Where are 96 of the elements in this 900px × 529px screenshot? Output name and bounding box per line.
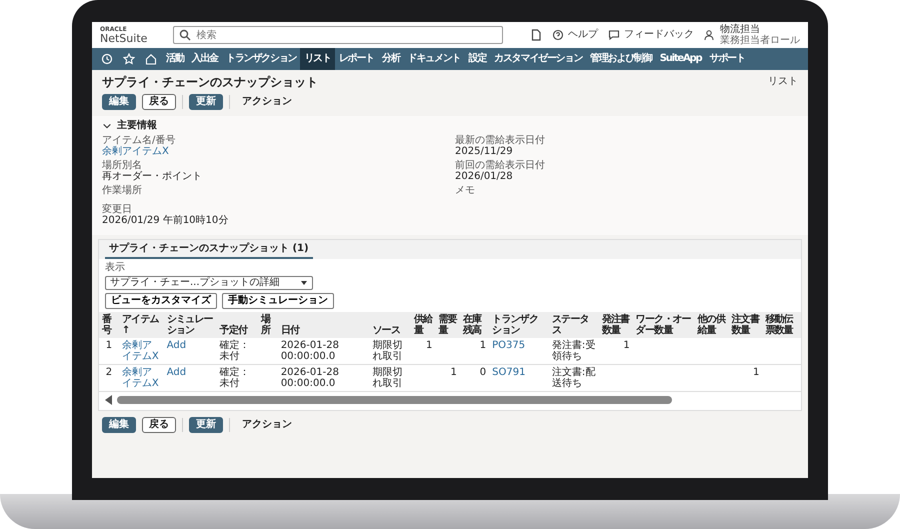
field-label: 作業場所 xyxy=(102,185,143,196)
column-header[interactable]: シミュレーション xyxy=(164,312,217,338)
caret-icon xyxy=(300,279,308,287)
primary-button[interactable]: 編集 xyxy=(102,94,136,110)
logo[interactable]: NetSuite xyxy=(100,32,148,44)
column-header[interactable]: 発注書数量 xyxy=(598,312,633,338)
nav-tab[interactable]: サポート xyxy=(705,48,749,70)
table-cell-text: 確定：未付 xyxy=(220,340,251,362)
column-header[interactable]: 場所 xyxy=(258,312,278,338)
nav-tab[interactable]: 分析 xyxy=(378,48,404,70)
table-cell-text: 1 xyxy=(424,340,432,351)
table-link[interactable]: 余剰アイテムX xyxy=(122,340,161,362)
table-link[interactable]: Add xyxy=(166,367,214,378)
tool-button[interactable]: 手動シミュレーション xyxy=(222,293,334,309)
table-cell-text: 2 xyxy=(104,367,114,378)
column-header[interactable]: 需要量 xyxy=(435,312,460,338)
field-value: 2026/01/28 xyxy=(455,171,514,183)
field-value: 再オーダー・ポイント xyxy=(102,171,203,183)
nav-tab[interactable]: カスタマイゼーション xyxy=(490,48,586,70)
table-cell-text: 1 xyxy=(450,367,457,378)
table-cell-text: 期限切れ取引 xyxy=(372,340,404,362)
nav-tab[interactable]: 活動 xyxy=(162,48,188,70)
column-header[interactable]: 在庫残高 xyxy=(460,312,490,338)
nav-tab[interactable]: ドキュメント xyxy=(404,48,464,70)
table-link[interactable]: SO791 xyxy=(492,367,546,378)
column-header[interactable]: ワーク・オーダー数量 xyxy=(632,312,694,338)
table-cell-text: 確定：未付 xyxy=(220,367,251,389)
left-arrow-icon[interactable] xyxy=(103,394,113,406)
column-header[interactable]: 日付 xyxy=(278,312,370,338)
primary-button[interactable]: 編集 xyxy=(102,417,136,433)
help-link[interactable]: ヘルプ xyxy=(552,29,598,41)
field-label: 変更日 xyxy=(102,204,133,215)
field-label: 最新の需給表示日付 xyxy=(455,135,546,146)
home-icon[interactable] xyxy=(145,53,157,65)
user-role: 業務担当者ロール xyxy=(720,35,800,46)
field-label: メモ xyxy=(455,185,476,196)
nav-tab[interactable]: 管理および制御 xyxy=(586,48,656,70)
table-link[interactable]: PO375 xyxy=(492,340,546,351)
section-heading: 主要情報 xyxy=(117,120,157,132)
column-header[interactable]: 移動伝票数量 xyxy=(762,312,801,338)
table-cell-text: 1 xyxy=(104,340,114,351)
view-select[interactable]: サプライ・チェー...プショットの詳細 xyxy=(105,276,313,290)
table-cell-text: 1 xyxy=(478,340,486,351)
column-header[interactable]: トランザクション xyxy=(489,312,549,338)
help-icon xyxy=(552,29,564,41)
chat-icon xyxy=(608,29,620,41)
column-header[interactable]: ステータス xyxy=(548,312,599,338)
scrollbar-thumb[interactable] xyxy=(117,396,672,404)
search-icon xyxy=(179,29,192,41)
chevron-down-icon[interactable] xyxy=(102,121,112,131)
field-label: 場所別名 xyxy=(102,160,143,171)
clock-icon[interactable] xyxy=(101,53,113,65)
column-header[interactable]: 供給量 xyxy=(410,312,436,338)
field-link[interactable]: 余剰アイテムX xyxy=(102,146,445,158)
nav-tab[interactable]: SuiteApp xyxy=(656,48,706,70)
nav-tab[interactable]: トランザクション xyxy=(222,48,300,70)
column-header[interactable]: ソース xyxy=(369,312,411,338)
table-cell: 注文書:配送待ち xyxy=(552,367,596,389)
primary-button[interactable]: 更新 xyxy=(189,94,223,110)
table-link[interactable]: Add xyxy=(166,340,214,351)
nav-tab[interactable]: リスト xyxy=(300,48,335,70)
primary-button[interactable]: 更新 xyxy=(189,417,223,433)
field-label: 前回の需給表示日付 xyxy=(455,160,546,171)
column-header[interactable]: 番号 xyxy=(99,312,119,338)
table-cell-text: 2026-01-28 00:00:00.0 xyxy=(280,340,340,362)
user-icon[interactable] xyxy=(704,29,716,41)
actions-menu[interactable]: アクション xyxy=(236,418,298,432)
search-field[interactable]: 検索 xyxy=(173,26,504,44)
table-cell-text: 1 xyxy=(752,367,760,378)
document-icon[interactable] xyxy=(530,29,542,41)
view-label: 表示 xyxy=(105,262,125,273)
page-title: サプライ・チェーンのスナップショット xyxy=(102,76,318,88)
field-label: アイテム名/番号 xyxy=(102,135,176,146)
table-link[interactable]: 余剰アイテムX xyxy=(122,367,161,389)
column-header[interactable]: 予定付 xyxy=(216,312,258,338)
actions-menu[interactable]: アクション xyxy=(236,95,298,109)
column-header[interactable]: 他の供給量 xyxy=(694,312,728,338)
field-value: 2025/11/29 xyxy=(455,146,514,158)
table-cell: 発注書:受領待ち xyxy=(552,340,596,362)
back-button[interactable]: 戻る xyxy=(142,417,176,433)
back-button[interactable]: 戻る xyxy=(142,94,176,110)
nav-tab[interactable]: 入出金 xyxy=(188,48,222,70)
column-header[interactable]: 注文書数量 xyxy=(728,312,762,338)
table-cell-text: 2026-01-28 00:00:00.0 xyxy=(280,367,340,389)
table-cell-text: 期限切れ取引 xyxy=(372,367,404,389)
user-name[interactable]: 物流担当 xyxy=(720,24,800,35)
table-cell-text: 1 xyxy=(622,340,630,351)
column-header[interactable]: アイテム ↑ xyxy=(118,312,164,338)
nav-tab[interactable]: レポート xyxy=(334,48,378,70)
table-cell-text: 0 xyxy=(478,367,486,378)
star-icon[interactable] xyxy=(123,53,135,65)
tool-button[interactable]: ビューをカスタマイズ xyxy=(105,293,217,309)
list-link[interactable]: リスト xyxy=(768,76,798,88)
nav-tab[interactable]: 設定 xyxy=(464,48,490,70)
feedback-link[interactable]: フィードバック xyxy=(608,29,694,41)
field-value: 2026/01/29 午前10時10分 xyxy=(102,215,230,227)
